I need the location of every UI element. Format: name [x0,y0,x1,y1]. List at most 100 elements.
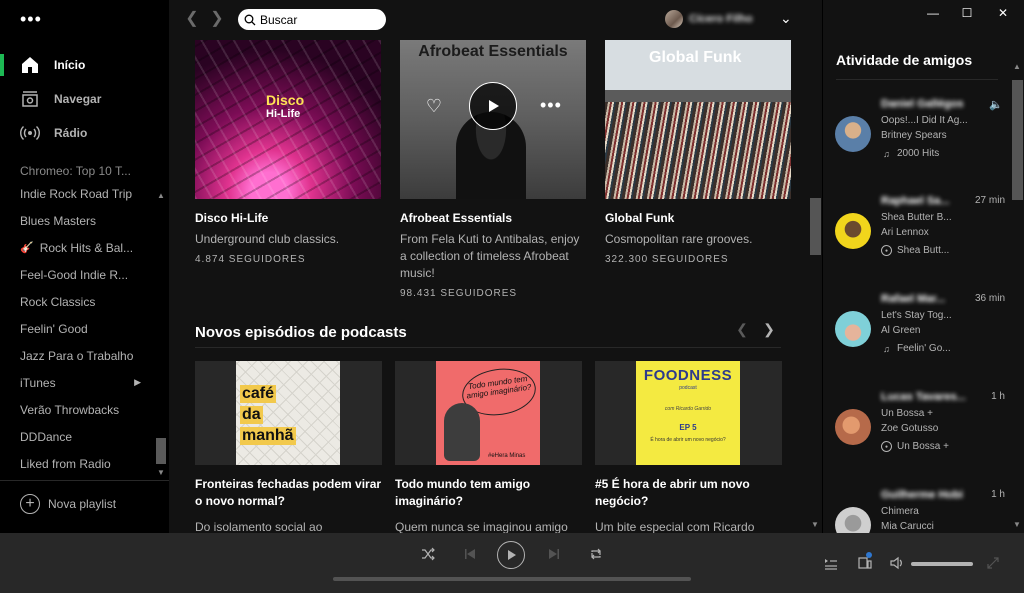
friend-avatar[interactable] [835,507,871,533]
friend-name[interactable]: Lucas Tavares... [881,391,966,403]
scroll-thumb[interactable] [156,438,166,464]
scroll-up-icon[interactable]: ▲ [157,191,165,200]
maximize-button[interactable]: ☐ [952,4,982,22]
close-button[interactable]: ✕ [988,4,1018,22]
more-options-icon[interactable]: ••• [540,96,562,114]
friend-avatar[interactable] [835,311,871,347]
friend-name[interactable]: Rafael Mar... [881,293,945,305]
friend-context[interactable]: ● Shea Butt... [881,245,949,256]
playlist-card[interactable]: Global Funk Global Funk Cosmopolitan rar… [605,40,791,299]
playlist-cover[interactable]: Global Funk [605,40,791,199]
scroll-thumb[interactable] [810,198,821,255]
card-title[interactable]: Disco Hi-Life [195,211,381,225]
playlist-item[interactable]: Liked from Radio [0,450,155,477]
friend-entry[interactable]: Daniel Gallégos 🔈 Oops!...I Did It Ag...… [835,98,1005,178]
previous-button[interactable] [460,544,480,564]
friend-entry[interactable]: Raphael Sa... 27 min Shea Butter B... Ar… [835,195,1005,275]
friend-track[interactable]: Let's Stay Tog... [881,310,952,321]
repeat-button[interactable] [586,544,606,564]
playlist-item[interactable]: Indie Rock Road Trip [0,180,155,207]
friend-artist[interactable]: Ari Lennox [881,227,929,238]
nav-home[interactable]: Início [0,48,169,82]
podcast-card[interactable]: Todo mundo tem amigo imaginário? #eHera … [395,361,582,533]
play-pause-button[interactable] [497,541,525,569]
friend-artist[interactable]: Al Green [881,325,920,336]
scroll-up-icon[interactable]: ▲ [1013,62,1021,71]
shuffle-button[interactable] [418,544,438,564]
chevron-down-icon[interactable]: ⌄ [780,10,792,27]
playlist-cover[interactable]: Disco Hi-Life [195,40,381,199]
heart-icon[interactable]: ♡ [424,96,444,116]
playlist-item[interactable]: Chromeo: Top 10 T... [0,158,155,180]
friend-context[interactable]: ♫ 2000 Hits [881,148,939,159]
card-title[interactable]: Afrobeat Essentials [400,211,586,225]
more-dots-icon[interactable]: ••• [20,10,42,28]
folder-expand-icon[interactable]: ▶ [134,377,141,388]
next-button[interactable] [544,544,564,564]
podcast-title[interactable]: Todo mundo tem amigo imaginário? [395,476,582,510]
friend-name[interactable]: Daniel Gallégos [881,98,964,110]
fullscreen-button[interactable] [983,553,1003,573]
playlist-folder[interactable]: iTunes ▶ [0,369,155,396]
main-scrollbar[interactable]: ▼ [809,38,822,533]
podcast-title[interactable]: #5 É hora de abrir um novo negócio? [595,476,782,510]
queue-button[interactable] [821,553,841,573]
nav-browse[interactable]: Navegar [0,82,169,116]
friend-artist[interactable]: Zoe Gotusso [881,423,938,434]
sidebar-scrollbar[interactable]: ▲ ▼ [155,158,167,478]
podcast-card[interactable]: FOODNESS podcast com Ricardo Garrido EP … [595,361,782,533]
playlist-item[interactable]: 🎸 Rock Hits & Bal... [0,234,155,261]
playlist-item[interactable]: Verão Throwbacks [0,396,155,423]
play-button[interactable] [469,82,517,130]
podcast-title[interactable]: Fronteiras fechadas podem virar o novo n… [195,476,382,510]
friends-scrollbar[interactable]: ▲ ▼ [1011,38,1024,533]
playlist-cover[interactable]: Afrobeat Essentials ♡ ••• [400,40,586,199]
friend-entry[interactable]: Lucas Tavares... 1 h Un Bossa + Zoe Gotu… [835,391,1005,471]
friend-name[interactable]: Guilherme Hobi [881,489,963,501]
card-title[interactable]: Global Funk [605,211,791,225]
carousel-prev-button[interactable]: ❮ [734,321,750,337]
playlist-item[interactable]: Blues Masters [0,207,155,234]
devices-button[interactable] [855,553,875,573]
podcast-cover[interactable]: Todo mundo tem amigo imaginário? #eHera … [436,361,540,465]
friend-track[interactable]: Shea Butter B... [881,212,952,223]
playlist-item[interactable]: Feel-Good Indie R... [0,261,155,288]
user-menu[interactable]: Cícero Filho ⌄ [665,10,792,28]
forward-button[interactable]: ❯ [207,9,227,29]
scroll-thumb[interactable] [1012,80,1023,200]
podcast-cover[interactable]: café da manhã [236,361,340,465]
playlist-card[interactable]: Disco Hi-Life Disco Hi-Life Underground … [195,40,381,299]
friend-track[interactable]: Un Bossa + [881,408,933,419]
scroll-down-icon[interactable]: ▼ [811,520,819,529]
minimize-button[interactable]: — [918,4,948,22]
scroll-down-icon[interactable]: ▼ [1013,520,1021,529]
playlist-card[interactable]: Afrobeat Essentials ♡ ••• Afrobeat Essen… [400,40,586,299]
playlist-item[interactable]: Feelin' Good [0,315,155,342]
playlist-item[interactable]: Jazz Para o Trabalho [0,342,155,369]
friend-avatar[interactable] [835,213,871,249]
friend-avatar[interactable] [835,409,871,445]
friend-artist[interactable]: Britney Spears [881,130,947,141]
friend-track[interactable]: Chimera [881,506,919,517]
scroll-down-icon[interactable]: ▼ [157,468,165,477]
friend-name[interactable]: Raphael Sa... [881,195,949,207]
podcast-cover[interactable]: FOODNESS podcast com Ricardo Garrido EP … [636,361,740,465]
back-button[interactable]: ❮ [182,9,202,29]
volume-button[interactable] [887,553,907,573]
friend-artist[interactable]: Mia Carucci [881,521,934,532]
friend-context[interactable]: ● Un Bossa + [881,441,949,452]
friend-context[interactable]: ♫ Feelin' Go... [881,343,950,354]
friend-entry[interactable]: Rafael Mar... 36 min Let's Stay Tog... A… [835,293,1005,373]
friend-avatar[interactable] [835,116,871,152]
playlist-item[interactable]: DDDance [0,423,155,450]
playlist-item[interactable]: Rock Classics [0,288,155,315]
search-box[interactable] [238,9,386,30]
podcast-card[interactable]: café da manhã Fronteiras fechadas podem … [195,361,382,533]
nav-radio[interactable]: Rádio [0,116,169,150]
friend-entry[interactable]: Guilherme Hobi 1 h Chimera Mia Carucci [835,489,1005,533]
volume-slider[interactable] [911,562,973,566]
friend-track[interactable]: Oops!...I Did It Ag... [881,115,968,126]
new-playlist-button[interactable]: + Nova playlist [20,494,116,514]
carousel-next-button[interactable]: ❯ [761,321,777,337]
progress-bar[interactable] [333,577,691,581]
